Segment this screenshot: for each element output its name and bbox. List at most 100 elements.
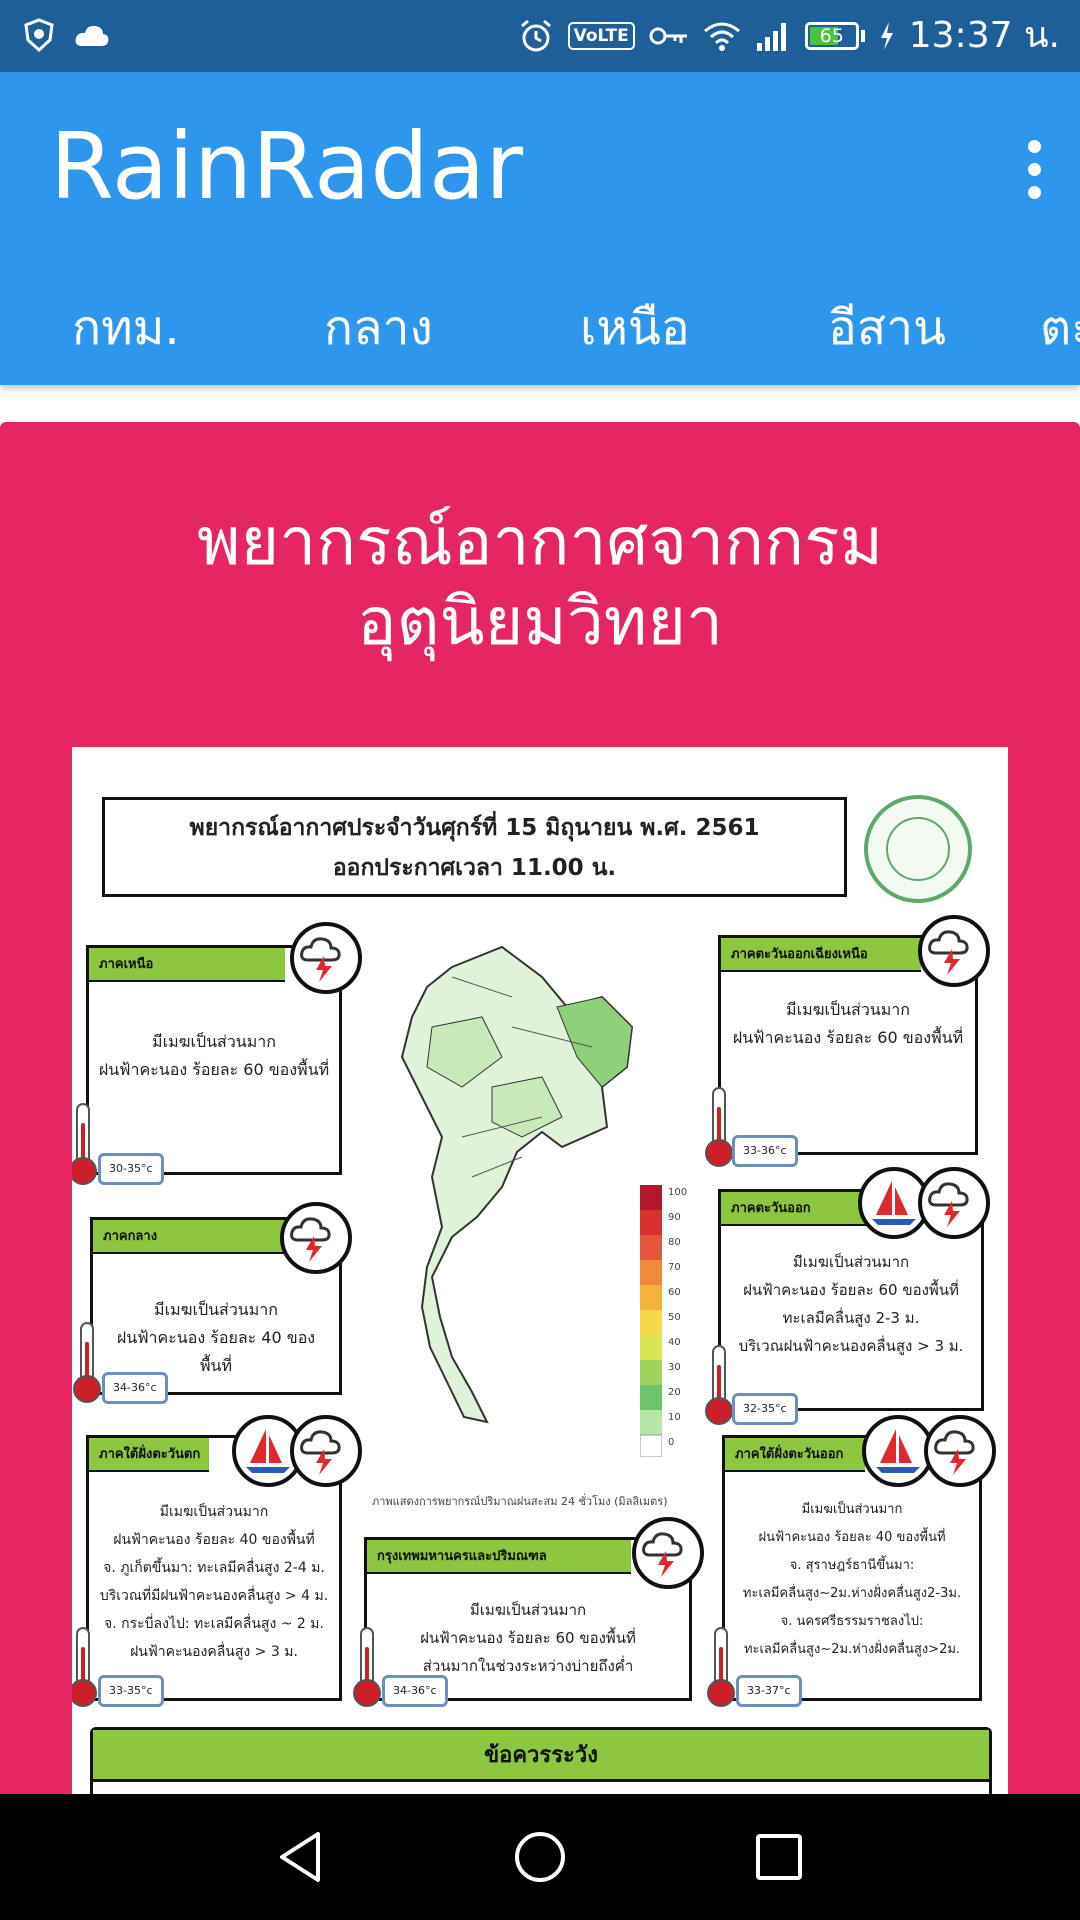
rainfall-color-scale	[640, 1185, 662, 1457]
forecast-line: มีเมฆเป็นส่วนมาก	[792, 1253, 910, 1271]
scale-label: 90	[668, 1212, 681, 1223]
thermometer-icon	[76, 1103, 90, 1165]
thunderstorm-icon	[918, 915, 990, 987]
app-title: RainRadar	[50, 113, 524, 220]
status-time: 13:37 น.	[908, 15, 1060, 56]
region-name: ภาคกลาง	[93, 1220, 289, 1254]
back-icon[interactable]	[268, 1824, 334, 1890]
forecast-line: ฝนฟ้าคะนอง ร้อยละ 40 ของพื้นที่	[113, 1532, 315, 1548]
thermometer-bulb	[72, 1679, 97, 1707]
region-forecast: มีเมฆเป็นส่วนมาก ฝนฟ้าคะนอง ร้อยละ 40 ขอ…	[97, 1498, 331, 1666]
forecast-line: จ. นครศรีธรรมราชลงไป:	[780, 1614, 924, 1629]
system-nav-bar	[0, 1794, 1080, 1920]
key-icon	[649, 27, 687, 45]
forecast-line: ฝนฟ้าคะนอง ร้อยละ 60 ของพื้นที่	[420, 1629, 636, 1647]
more-vert-icon[interactable]	[1004, 124, 1064, 214]
region-forecast: มีเมฆเป็นส่วนมาก ฝนฟ้าคะนอง ร้อยละ 60 ขอ…	[729, 996, 967, 1052]
thunderstorm-icon	[290, 922, 362, 994]
status-bar: VoLTE 65 13:37 น.	[0, 0, 1080, 72]
scale-label: 0	[668, 1437, 675, 1448]
charging-icon	[880, 22, 893, 50]
temperature-badge: 33-35°c	[98, 1675, 164, 1707]
forecast-line: จ. กระบี่ลงไป: ทะเลมีคลื่นสูง ~ 2 ม.	[104, 1616, 324, 1632]
region-name: ภาคตะวันออก	[721, 1192, 871, 1226]
tab-northeast[interactable]: อีสาน	[828, 300, 946, 356]
region-tabs: กทม. กลาง เหนือ อีสาน ตะ	[0, 270, 1080, 385]
forecast-line: ฝนฟ้าคะนอง ร้อยละ 60 ของพื้นที่	[732, 1028, 964, 1047]
region-forecast: มีเมฆเป็นส่วนมาก ฝนฟ้าคะนอง ร้อยละ 60 ขอ…	[729, 1248, 973, 1360]
cloud-icon	[75, 25, 109, 46]
temperature-badge: 32-35°c	[732, 1393, 798, 1425]
scale-label: 60	[668, 1287, 681, 1298]
thailand-rain-map	[400, 945, 634, 1424]
scale-label: 50	[668, 1312, 681, 1323]
thermometer-bulb	[705, 1397, 733, 1425]
forecast-line: ฝนฟ้าคะนอง ร้อยละ 60 ของพื้นที่	[743, 1281, 959, 1299]
region-name: ภาคเหนือ	[89, 948, 285, 982]
wifi-icon	[703, 22, 740, 51]
app-bar: RainRadar กทม. กลาง เหนือ อีสาน ตะ	[0, 72, 1080, 385]
thermometer-bulb	[353, 1679, 381, 1707]
signal-icon	[756, 23, 786, 51]
poster-header-line2: ออกประกาศเวลา 11.00 น.	[332, 855, 617, 881]
region-name: ภาคใต้ฝั่งตะวันตก	[89, 1438, 209, 1472]
caution-title: ข้อควรระวัง	[93, 1730, 989, 1782]
status-left-icons	[22, 18, 110, 52]
forecast-line: บริเวณฝนฟ้าคะนองคลื่นสูง > 3 ม.	[738, 1337, 964, 1355]
region-forecast: มีเมฆเป็นส่วนมาก ฝนฟ้าคะนอง ร้อยละ 40 ขอ…	[101, 1296, 331, 1380]
region-forecast: มีเมฆเป็นส่วนมาก ฝนฟ้าคะนอง ร้อยละ 60 ขอ…	[97, 1028, 331, 1084]
scale-label: 100	[668, 1187, 688, 1198]
thermometer-bulb	[72, 1157, 97, 1185]
tab-central[interactable]: กลาง	[324, 300, 433, 356]
thermometer-bulb	[705, 1139, 733, 1167]
battery-tip	[860, 30, 865, 42]
scale-label: 10	[668, 1412, 681, 1423]
battery-icon: 65	[804, 22, 859, 50]
home-icon[interactable]	[507, 1824, 573, 1890]
tab-north[interactable]: เหนือ	[580, 300, 690, 356]
forecast-line: มีเมฆเป็นส่วนมาก	[159, 1504, 269, 1520]
thunderstorm-icon	[632, 1517, 704, 1589]
tab-east[interactable]: ตะ	[1040, 300, 1080, 356]
region-forecast: มีเมฆเป็นส่วนมาก ฝนฟ้าคะนอง ร้อยละ 40 ขอ…	[729, 1496, 975, 1664]
forecast-line: มีเมฆเป็นส่วนมาก	[786, 1000, 910, 1019]
scale-label: 20	[668, 1387, 681, 1398]
poster-header-line1: พยากรณ์อากาศประจำวันศุกร์ที่ 15 มิถุนายน…	[189, 815, 760, 841]
card-title: พยากรณ์อากาศจากกรมอุตุนิยมวิทยา	[196, 503, 884, 660]
forecast-line: ฝนฟ้าคะนอง ร้อยละ 60 ของพื้นที่	[98, 1060, 330, 1079]
forecast-line: ทะเลมีคลื่นสูง~2ม.ห่างฝั่งคลื่นสูง2-3ม.	[742, 1586, 962, 1601]
forecast-line: บริเวณที่มีฝนฟ้าคะนองคลื่นสูง > 4 ม.	[99, 1588, 329, 1604]
shield-icon	[24, 18, 54, 52]
scale-label: 30	[668, 1362, 681, 1373]
forecast-line: มีเมฆเป็นส่วนมาก	[154, 1300, 278, 1319]
battery-level-text: 65	[819, 25, 844, 47]
temperature-badge: 33-37°c	[736, 1675, 802, 1707]
forecast-line: มีเมฆเป็นส่วนมาก	[469, 1601, 587, 1619]
forecast-line: มีเมฆเป็นส่วนมาก	[801, 1502, 903, 1517]
forecast-poster-image[interactable]: พยากรณ์อากาศประจำวันศุกร์ที่ 15 มิถุนายน…	[72, 747, 1008, 1807]
thermometer-bulb	[707, 1679, 735, 1707]
recents-icon[interactable]	[746, 1824, 812, 1890]
forecast-card: พยากรณ์อากาศจากกรมอุตุนิยมวิทยา พยากรณ์อ…	[0, 422, 1080, 1807]
thunderstorm-icon	[918, 1167, 990, 1239]
scale-label: 70	[668, 1262, 681, 1273]
region-name: ภาคตะวันออกเฉียงเหนือ	[721, 938, 921, 972]
thunderstorm-icon	[290, 1415, 362, 1487]
forecast-line: ฝนฟ้าคะนองคลื่นสูง > 3 ม.	[130, 1644, 298, 1660]
forecast-line: ทะเลมีคลื่นสูง 2-3 ม.	[782, 1309, 920, 1327]
thunderstorm-icon	[924, 1415, 996, 1487]
forecast-line: ทะเลมีคลื่นสูง~2ม.ห่างฝั่งคลื่นสูง>2ม.	[743, 1642, 961, 1657]
forecast-line: จ. สุราษฎร์ธานีขึ้นมา:	[789, 1558, 915, 1573]
temperature-badge: 30-35°c	[98, 1153, 164, 1185]
alarm-icon	[520, 19, 551, 52]
scale-label: 80	[668, 1237, 681, 1248]
forecast-line: ฝนฟ้าคะนอง ร้อยละ 40 ของพื้นที่	[758, 1530, 946, 1545]
temperature-badge: 34-36°c	[102, 1372, 168, 1404]
thunderstorm-icon	[280, 1202, 352, 1274]
map-caption: ภาพแสดงการพยากรณ์ปริมาณฝนสะสม 24 ชั่วโมง…	[372, 1495, 668, 1508]
tab-bangkok[interactable]: กทม.	[72, 300, 180, 356]
temperature-badge: 34-36°c	[382, 1675, 448, 1707]
status-right-icons: VoLTE 65 13:37 น.	[518, 12, 1060, 60]
scale-label: 40	[668, 1337, 681, 1348]
tmd-seal-logo	[864, 795, 972, 903]
